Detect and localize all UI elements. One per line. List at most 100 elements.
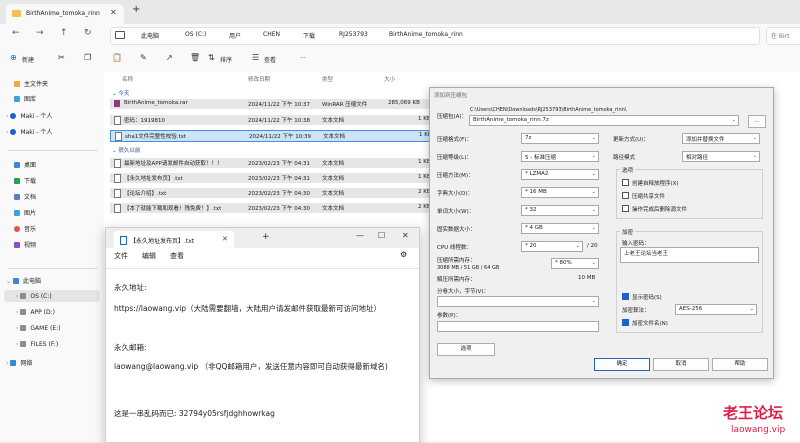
chevron-right-icon[interactable]: ›	[6, 113, 8, 120]
delete-icon[interactable]: 🗑	[190, 53, 200, 62]
menu-view[interactable]: 查看	[170, 251, 184, 261]
chevron-right-icon[interactable]: ›	[6, 360, 8, 367]
options-button[interactable]: 选项	[437, 343, 495, 356]
chevron-down-icon[interactable]: ⌄	[576, 243, 580, 249]
sidebar-item-music[interactable]: 音乐	[14, 224, 36, 233]
sidebar-item-drive-d[interactable]: › APP (D:)	[16, 309, 55, 316]
new-tab-button[interactable]: +	[132, 4, 140, 15]
chevron-down-icon[interactable]: ⌄	[753, 153, 757, 159]
column-header-date[interactable]: 修改日期	[248, 75, 270, 83]
table-row[interactable]: 【本了就能下载和观看！残免费！】.txt 2023/02/23 下午 04:30…	[110, 203, 440, 213]
level-select[interactable]: 5 - 标准压缩 ⌄	[521, 151, 599, 162]
notepad-tab[interactable]: 【永久地址发布页】.txt ✕	[114, 231, 234, 248]
update-select[interactable]: 添加并替换文件 ⌄	[682, 133, 760, 144]
breadcrumb-folder[interactable]: BirthAnime_tomoka_rinn	[389, 31, 463, 38]
sidebar-item-drive-e[interactable]: › GAME (E:)	[16, 325, 61, 332]
chevron-down-icon[interactable]: ⌄	[592, 225, 596, 231]
chevron-down-icon[interactable]: ⌄	[592, 135, 596, 141]
params-input[interactable]	[437, 321, 599, 332]
new-tab-button[interactable]: +	[262, 232, 270, 242]
column-header-type[interactable]: 类型	[322, 75, 333, 83]
sidebar-item-onedrive-2[interactable]: › Maki - 个人	[6, 127, 52, 136]
mem-percent-select[interactable]: * 80% ⌄	[551, 258, 599, 269]
chevron-right-icon[interactable]: ›	[16, 293, 18, 300]
chevron-right-icon[interactable]: ›	[16, 325, 18, 332]
chevron-right-icon[interactable]: ›	[6, 129, 8, 136]
chevron-down-icon[interactable]: ⌄	[592, 298, 596, 304]
breadcrumb-chen[interactable]: CHEN	[263, 31, 280, 38]
chevron-down-icon[interactable]: ⌄	[6, 278, 11, 285]
encrypt-names-checkbox[interactable]	[622, 319, 629, 326]
sfx-checkbox[interactable]	[622, 179, 629, 186]
up-icon[interactable]: ↑	[60, 28, 68, 38]
solid-select[interactable]: * 4 GB ⌄	[521, 223, 599, 234]
archive-name-combo[interactable]: BirthAnime_tomoka_rinn.7z ⌄	[469, 115, 739, 126]
table-row[interactable]: BirthAnime_tomoka.rar 2024/11/22 下午 10:3…	[110, 99, 440, 109]
chevron-down-icon[interactable]: ⌄	[753, 135, 757, 141]
sort-button[interactable]: 排序	[220, 55, 232, 64]
breadcrumb-rj[interactable]: RJ253793	[339, 31, 368, 38]
delete-checkbox[interactable]	[622, 205, 629, 212]
chevron-down-icon[interactable]: ⌄	[750, 306, 754, 312]
sidebar-item-home[interactable]: 主文件夹	[14, 79, 48, 88]
breadcrumb-downloads[interactable]: 下载	[303, 31, 315, 40]
maximize-icon[interactable]: ☐	[378, 231, 385, 240]
menu-edit[interactable]: 编辑	[142, 251, 156, 261]
close-window-icon[interactable]: ✕	[402, 231, 409, 240]
close-tab-icon[interactable]: ✕	[110, 8, 117, 17]
refresh-icon[interactable]: ↻	[84, 28, 92, 38]
enc-method-select[interactable]: AES-256 ⌄	[675, 304, 757, 315]
sidebar-item-pictures[interactable]: 图片	[14, 208, 36, 217]
dict-select[interactable]: * 16 MB ⌄	[521, 187, 599, 198]
chevron-down-icon[interactable]: ⌄	[592, 153, 596, 159]
rename-icon[interactable]: ✎	[140, 53, 147, 62]
back-icon[interactable]: ←	[12, 28, 20, 38]
explorer-tab[interactable]: BirthAnime_tomoka_rinn ✕	[6, 4, 124, 24]
cpu-select[interactable]: * 20 ⌄	[521, 241, 583, 252]
sidebar-item-desktop[interactable]: 桌面	[14, 160, 36, 169]
group-header-today[interactable]: ⌄ 今天	[112, 89, 129, 97]
more-icon[interactable]: ···	[300, 55, 306, 62]
chevron-down-icon[interactable]: ⌄	[592, 189, 596, 195]
shared-checkbox[interactable]	[622, 192, 629, 199]
column-header-name[interactable]: 名称	[122, 75, 133, 83]
sidebar-item-drive-f[interactable]: › FILES (F:)	[16, 341, 58, 348]
sidebar-item-gallery[interactable]: 图库	[14, 94, 36, 103]
sidebar-item-this-pc[interactable]: ⌄ 此电脑	[6, 276, 41, 285]
format-select[interactable]: 7z ⌄	[521, 133, 599, 144]
sidebar-item-drive-c[interactable]: › OS (C:)	[16, 293, 52, 300]
group-header-earlier[interactable]: ⌄ 很久以前	[112, 146, 140, 154]
show-password-checkbox[interactable]	[622, 293, 629, 300]
paste-icon[interactable]: 📋	[112, 53, 122, 62]
copy-icon[interactable]: ❐	[84, 53, 91, 62]
sidebar-item-videos[interactable]: 视频	[14, 240, 36, 249]
password-input[interactable]: 上老王论坛当老王	[620, 247, 759, 263]
chevron-down-icon[interactable]: ⌄	[592, 260, 596, 266]
sidebar-item-documents[interactable]: 文档	[14, 192, 36, 201]
table-row[interactable]: 【永久地址发布页】.txt 2023/02/23 下午 04:31 文本文档 1…	[110, 173, 440, 183]
sidebar-item-onedrive-1[interactable]: › Maki - 个人	[6, 111, 52, 120]
sidebar-item-network[interactable]: › 网络	[6, 358, 32, 367]
breadcrumb-users[interactable]: 用户	[229, 31, 241, 40]
browse-button[interactable]: ...	[748, 115, 766, 128]
ok-button[interactable]: 确定	[594, 358, 650, 371]
settings-icon[interactable]: ⚙	[400, 250, 407, 259]
table-row-selected[interactable]: sha1文件完整性校验.txt 2024/11/22 下午 10:39 文本文档…	[110, 130, 442, 142]
close-tab-icon[interactable]: ✕	[222, 235, 228, 243]
table-row[interactable]: 密码：1919810 2024/11/22 下午 10:38 文本文档 1 KB	[110, 115, 440, 125]
chevron-right-icon[interactable]: ›	[16, 309, 18, 316]
chevron-down-icon[interactable]: ⌄	[592, 207, 596, 213]
menu-file[interactable]: 文件	[114, 251, 128, 261]
address-bar[interactable]: 此电脑 OS (C:) 用户 CHEN 下载 RJ253793 BirthAni…	[110, 27, 760, 45]
chevron-down-icon[interactable]: ⌄	[732, 117, 736, 123]
view-button[interactable]: 查看	[264, 55, 276, 64]
split-combo[interactable]: ⌄	[437, 296, 599, 307]
method-select[interactable]: * LZMA2 ⌄	[521, 169, 599, 180]
chevron-down-icon[interactable]: ⌄	[592, 171, 596, 177]
new-button[interactable]: 新建	[22, 55, 34, 64]
cancel-button[interactable]: 取消	[653, 358, 709, 371]
share-icon[interactable]: ↗	[166, 53, 173, 62]
minimize-icon[interactable]: —	[356, 231, 364, 240]
search-input[interactable]: 在 Birt	[771, 31, 790, 40]
table-row[interactable]: 【论坛介绍】.txt 2023/02/23 下午 04:30 文本文档 2 KB	[110, 188, 440, 198]
